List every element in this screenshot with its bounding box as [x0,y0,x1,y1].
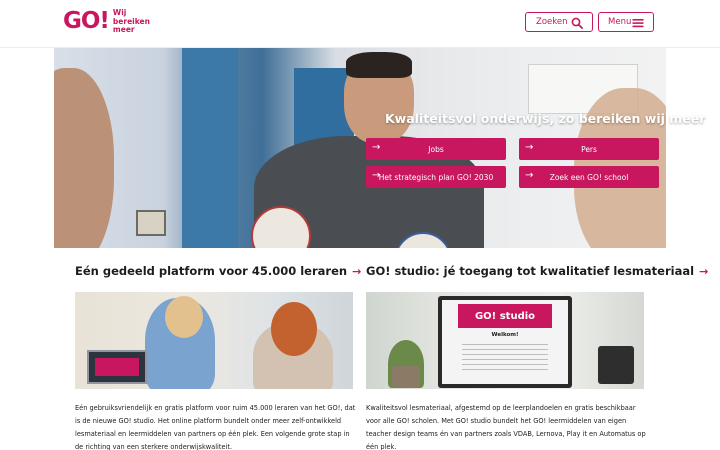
menu-button-label: Menu [608,17,632,27]
screen-text-lines [462,344,548,370]
menu-button[interactable]: Menu [598,12,654,32]
logo-mark: GO! [63,8,110,35]
logo-tagline: Wij bereiken meer [112,8,150,35]
photo-teacher-redhead-head [271,302,317,356]
hero-photo-door [182,48,238,248]
go-logo[interactable]: GO! Wij bereiken meer [63,8,150,35]
studio-card-description: Kwaliteitsvol lesmateriaal, afgestemd op… [366,404,646,450]
arrow-right-icon: → [372,142,381,153]
jobs-button-label: Jobs [428,144,444,154]
arrow-right-icon: → [525,170,534,181]
arrow-right-icon: → [525,142,534,153]
pers-button[interactable]: → Pers [519,138,659,160]
hero-photo-student-left [54,68,114,248]
studio-card-title-link[interactable]: GO! studio: jé toegang tot kwalitatief l… [366,264,708,278]
find-school-button[interactable]: → Zoek een GO! school [519,166,659,188]
pers-button-label: Pers [581,144,597,154]
photo-speaker [598,346,634,384]
photo-plant-pot [392,366,420,388]
logo-tagline-line: meer [112,25,135,34]
hero-title: Kwaliteitsvol onderwijs, zo bereiken wij… [385,111,706,126]
search-button-label: Zoeken [536,17,568,27]
platform-card-title: Eén gedeeld platform voor 45.000 leraren [75,264,348,278]
search-button[interactable]: Zoeken [525,12,593,32]
find-school-button-label: Zoek een GO! school [549,172,629,182]
strategic-plan-button-label: Het strategisch plan GO! 2030 [378,172,494,182]
hero-photo-teacher-hair [346,52,412,78]
search-icon [571,17,583,29]
jobs-button[interactable]: → Jobs [366,138,506,160]
studio-card-image[interactable]: GO! studio Welkom! [366,292,644,389]
screen-go-studio-logo: GO! studio [458,304,552,328]
arrow-right-icon: → [352,264,362,278]
platform-card-image[interactable] [75,292,353,389]
photo-laptop [87,350,147,384]
arrow-right-icon: → [699,264,709,278]
studio-card-title: GO! studio: jé toegang tot kwalitatief l… [366,264,695,278]
hamburger-icon [632,19,644,28]
strategic-plan-button[interactable]: → Het strategisch plan GO! 2030 [366,166,506,188]
arrow-right-icon: → [372,170,381,181]
platform-card-title-link[interactable]: Eén gedeeld platform voor 45.000 leraren… [75,264,361,278]
site-header: GO! Wij bereiken meer Zoeken Menu [0,0,720,48]
hero-photo-wall-socket [136,210,166,236]
photo-teacher-blonde-head [165,296,203,338]
screen-welcome-text: Welkom! [491,332,519,338]
platform-card-description: Eén gebruiksvriendelijk en gratis platfo… [75,404,356,450]
